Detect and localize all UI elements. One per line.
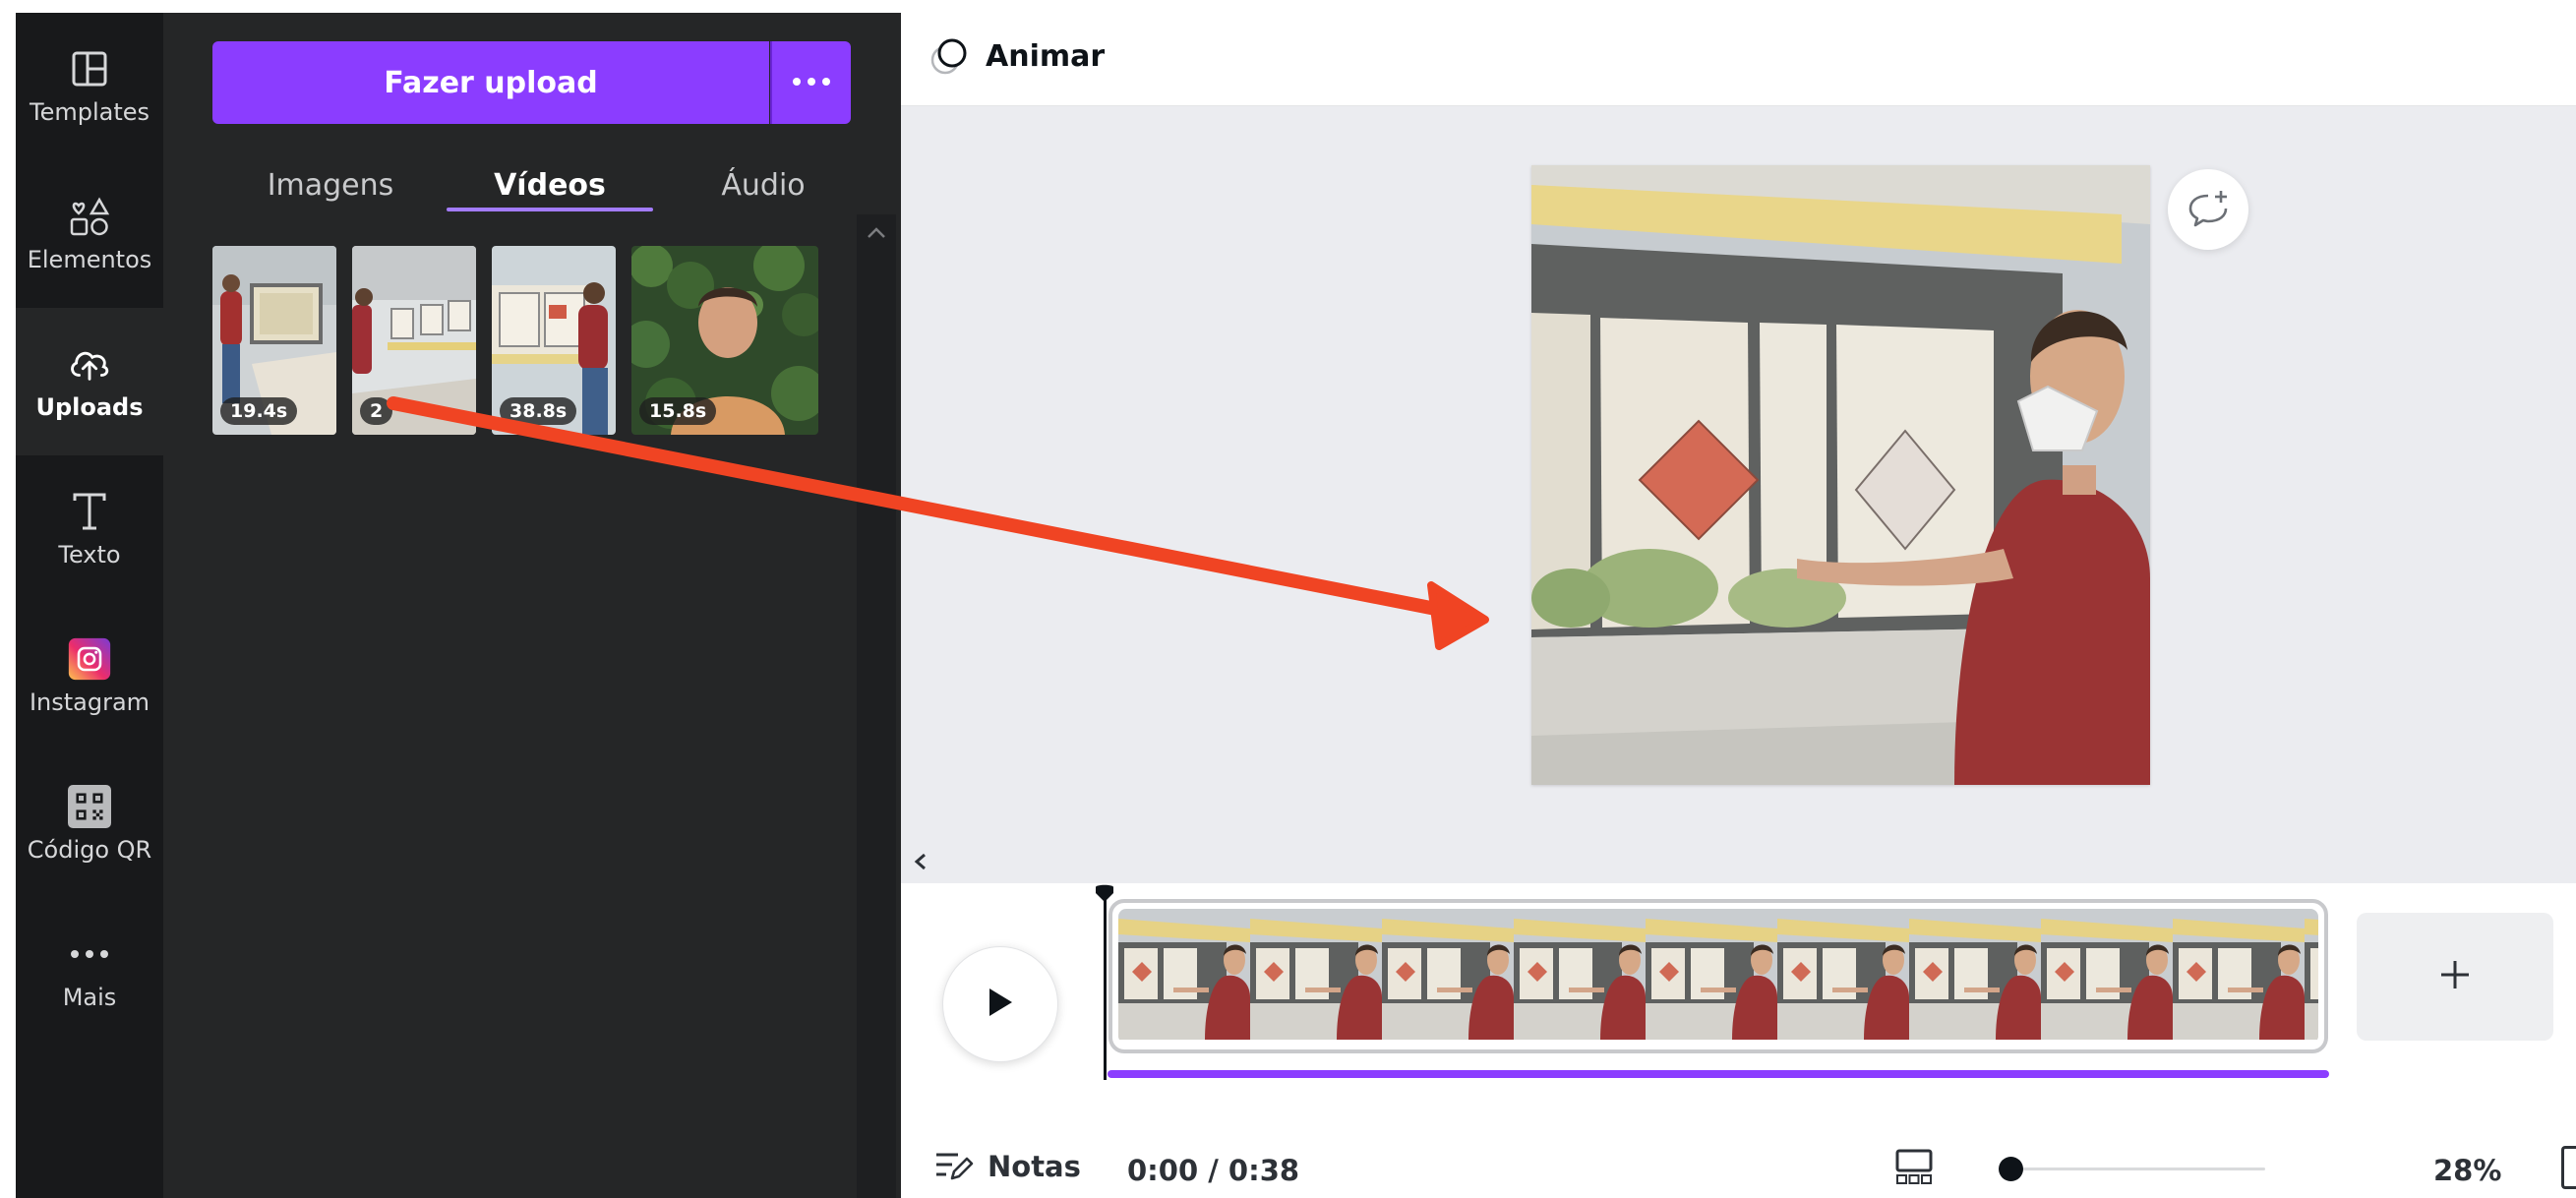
editor-footer: Notas 0:00 / 0:38 28% <box>901 1095 2576 1198</box>
notes-icon <box>934 1151 974 1182</box>
video-frame-image <box>1531 165 2150 785</box>
rail-label: Código QR <box>27 836 152 864</box>
templates-icon <box>68 47 111 90</box>
duration-badge: 19.4s <box>220 397 298 425</box>
animate-label: Animar <box>986 38 1106 74</box>
clip-frame <box>1646 909 1777 1040</box>
comment-plus-icon <box>2187 188 2230 232</box>
more-dots-icon <box>68 932 111 976</box>
panel-scrollbar[interactable] <box>857 214 896 1198</box>
playhead[interactable] <box>1104 893 1107 1080</box>
text-icon <box>68 490 111 533</box>
video-thumbnail[interactable]: 15.8s <box>631 246 818 435</box>
elements-icon <box>68 195 111 238</box>
video-thumbnail[interactable]: 2 <box>352 246 476 435</box>
clip-frame <box>2305 909 2318 1040</box>
add-comment-button[interactable] <box>2168 169 2248 250</box>
zoom-slider[interactable] <box>2011 1168 2265 1170</box>
clip-frame <box>1250 909 1382 1040</box>
animate-button[interactable]: Animar <box>929 34 1105 78</box>
notes-button[interactable]: Notas <box>934 1150 1081 1183</box>
rail-item-templates[interactable]: Templates <box>16 13 163 160</box>
video-thumbnail[interactable]: 38.8s <box>492 246 616 435</box>
qr-code-icon <box>68 785 111 828</box>
rail-label: Instagram <box>29 689 150 716</box>
animate-icon <box>929 34 972 78</box>
clip-frame <box>2173 909 2305 1040</box>
tab-imagens[interactable]: Imagens <box>222 150 439 219</box>
rail-item-codigo-qr[interactable]: Código QR <box>16 750 163 898</box>
upload-more-button[interactable] <box>770 41 851 124</box>
play-icon <box>986 986 1015 1024</box>
page-grid-icon[interactable] <box>1894 1148 1934 1192</box>
play-button[interactable] <box>942 946 1058 1062</box>
canvas-scroll-left-button[interactable] <box>901 844 940 883</box>
canvas-area <box>901 106 2576 883</box>
clip-frame <box>1909 909 2041 1040</box>
upload-cloud-icon <box>68 342 111 386</box>
rail-item-texto[interactable]: Texto <box>16 455 163 603</box>
rail-item-uploads[interactable]: Uploads <box>16 308 163 455</box>
fullscreen-icon[interactable] <box>2561 1146 2576 1189</box>
more-dots-icon <box>792 74 831 91</box>
chevron-up-icon <box>867 226 886 244</box>
instagram-icon <box>68 637 111 681</box>
clip-frame <box>2041 909 2173 1040</box>
rail-item-elementos[interactable]: Elementos <box>16 160 163 308</box>
tab-audio[interactable]: Áudio <box>665 150 862 219</box>
editor-toolbar: Animar <box>901 13 2576 106</box>
design-page[interactable] <box>1531 165 2150 785</box>
zoom-value[interactable]: 28% <box>2433 1154 2501 1187</box>
upload-button[interactable]: Fazer upload <box>212 41 769 124</box>
icon-rail: Templates Elementos Uploads Texto Instag <box>16 13 163 1198</box>
rail-item-instagram[interactable]: Instagram <box>16 603 163 750</box>
rail-label: Elementos <box>27 246 152 273</box>
active-tab-indicator <box>447 208 653 211</box>
clip-frame <box>1777 909 1909 1040</box>
add-page-button[interactable] <box>2357 913 2553 1041</box>
duration-badge: 38.8s <box>500 397 577 425</box>
rail-label: Mais <box>62 984 117 1011</box>
video-thumbnail[interactable]: 19.4s <box>212 246 336 435</box>
timeline-progress-bar <box>1108 1070 2329 1078</box>
clip-frame <box>1382 909 1514 1040</box>
clip-frames <box>1118 909 2318 1044</box>
rail-label: Templates <box>29 98 150 126</box>
video-clip-track[interactable] <box>1108 899 2328 1053</box>
rail-item-mais[interactable]: Mais <box>16 898 163 1046</box>
chevron-left-icon <box>914 852 928 876</box>
notes-label: Notas <box>988 1150 1081 1183</box>
duration-badge: 15.8s <box>639 397 717 425</box>
timecode: 0:00 / 0:38 <box>1127 1154 1300 1187</box>
rail-label: Uploads <box>35 393 144 421</box>
duration-badge: 2 <box>360 397 393 425</box>
rail-label: Texto <box>58 541 121 569</box>
timeline <box>901 883 2576 1095</box>
clip-frame <box>1118 909 1250 1040</box>
uploads-panel: Fazer upload Imagens Vídeos Áudio 19.4s <box>163 13 901 1198</box>
playhead-knob-icon[interactable] <box>1094 883 1115 905</box>
zoom-slider-knob[interactable] <box>1999 1157 2023 1181</box>
plus-icon <box>2438 958 2472 996</box>
clip-frame <box>1514 909 1646 1040</box>
